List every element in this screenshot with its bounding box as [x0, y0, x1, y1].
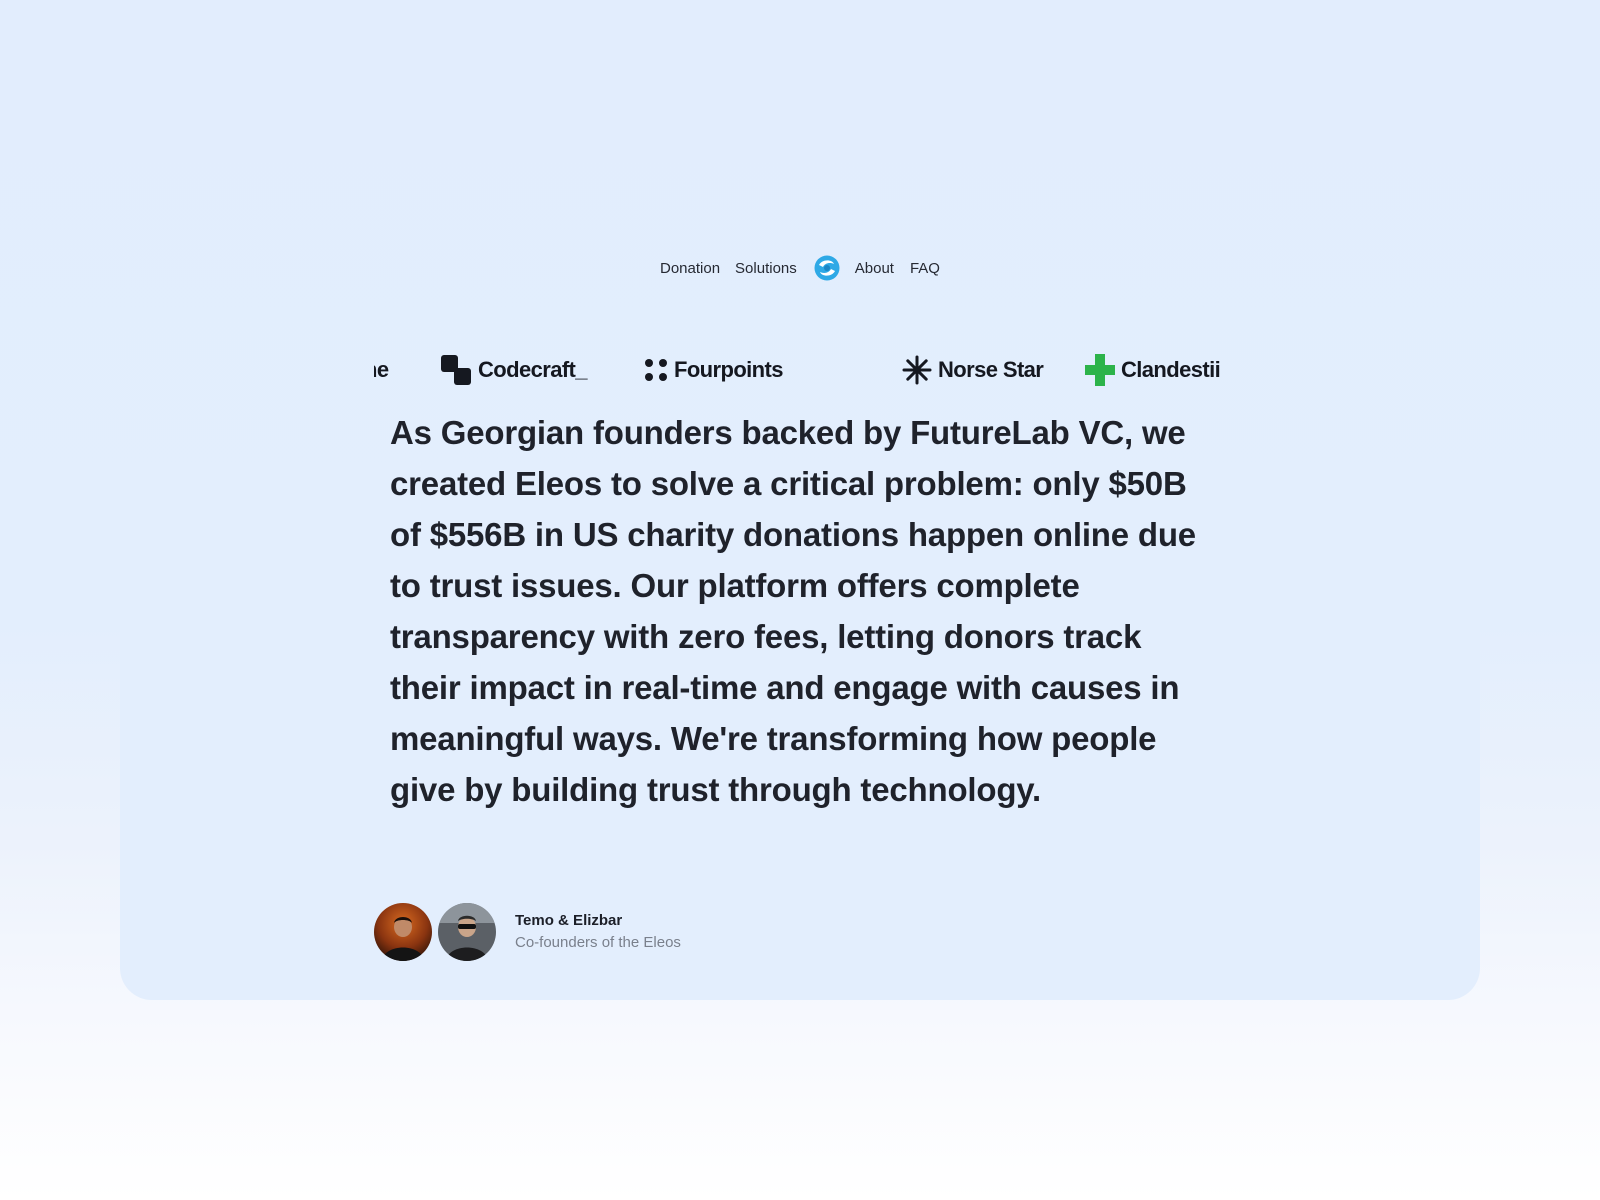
- codecraft-icon: [441, 355, 471, 385]
- nav-link-solutions[interactable]: Solutions: [735, 260, 797, 277]
- author-names: Temo & Elizbar: [515, 912, 623, 929]
- green-cross-icon: [1085, 354, 1115, 386]
- author-info: Temo & Elizbar Co-founders of the Eleos: [515, 910, 681, 954]
- nav-link-donation[interactable]: Donation: [660, 260, 720, 277]
- brand-name: ne: [374, 357, 389, 382]
- nav-link-about[interactable]: About: [855, 260, 894, 277]
- brand-logo-codecraft: Codecraft_: [440, 348, 588, 392]
- brand-logo-fourpoints: Fourpoints: [644, 348, 783, 392]
- brand-logo-clandestine: Clandestii: [1085, 348, 1221, 392]
- asterisk-star-icon: [902, 355, 932, 385]
- brand-logo-partial: ne: [374, 348, 389, 392]
- testimonial-quote: As Georgian founders backed by FutureLab…: [390, 414, 1196, 808]
- brand-name: Codecraft_: [478, 357, 588, 382]
- author-role: Co-founders of the Eleos: [515, 934, 681, 951]
- testimonial-authors: Temo & Elizbar Co-founders of the Eleos: [374, 903, 681, 961]
- top-nav: Donation Solutions About FAQ: [0, 254, 1600, 282]
- avatar-elizbar: [438, 903, 496, 961]
- eleos-logo-icon[interactable]: [813, 254, 841, 282]
- brand-name: Clandestii: [1121, 357, 1221, 382]
- nav-link-faq[interactable]: FAQ: [910, 260, 940, 277]
- partner-logos-marquee: ne Codecraft_ Fourpoints Norse Star: [374, 348, 1224, 392]
- brand-name: Fourpoints: [674, 357, 783, 382]
- brand-logo-norse-star: Norse Star: [902, 348, 1044, 392]
- four-dots-icon: [645, 359, 667, 381]
- avatar-temo: [374, 903, 432, 961]
- brand-name: Norse Star: [938, 357, 1044, 382]
